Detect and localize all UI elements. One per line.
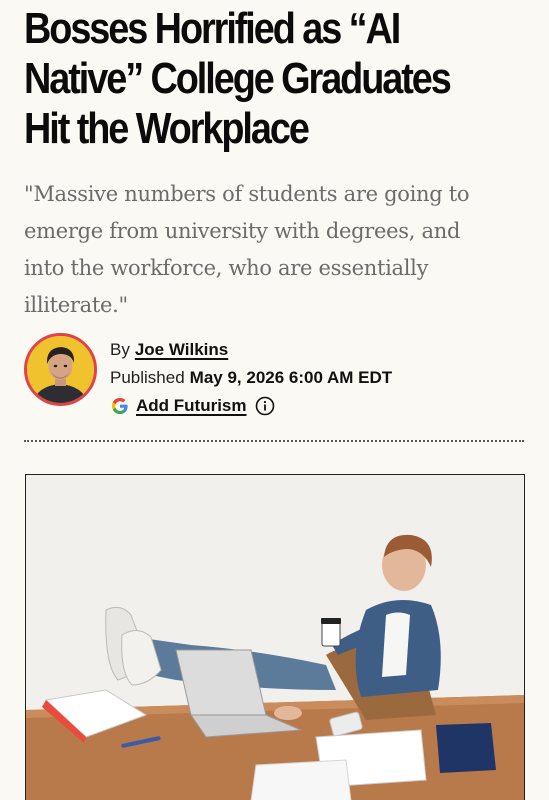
add-source-row[interactable]: Add Futurism <box>110 392 392 420</box>
article-dek: "Massive numbers of students are going t… <box>24 176 524 324</box>
author-row: By Joe Wilkins <box>110 336 392 364</box>
headline-line: Native” College Graduates <box>24 54 452 103</box>
article-headline: Bosses Horrified as “AI Native” College … <box>24 4 540 154</box>
byline-meta: By Joe Wilkins Published May 9, 2026 6:0… <box>110 336 392 420</box>
author-link[interactable]: Joe Wilkins <box>135 336 228 364</box>
google-g-icon <box>110 396 130 416</box>
headline-line: Hit the Workplace <box>24 104 310 153</box>
headline-line: Bosses Horrified as “AI <box>24 4 401 53</box>
author-avatar[interactable] <box>24 333 97 406</box>
published-row: Published May 9, 2026 6:00 AM EDT <box>110 364 392 392</box>
info-icon[interactable] <box>255 396 275 416</box>
byline: By Joe Wilkins Published May 9, 2026 6:0… <box>24 330 524 420</box>
article-hero-image <box>25 474 525 800</box>
dek-line: illiterate." <box>24 293 128 317</box>
by-label: By <box>110 340 130 359</box>
section-divider <box>24 440 524 442</box>
dek-line: into the workforce, who are essentially <box>24 256 429 280</box>
publish-date: May 9, 2026 6:00 AM EDT <box>189 368 393 387</box>
add-futurism-link[interactable]: Add Futurism <box>136 392 247 420</box>
published-label: Published <box>110 368 185 387</box>
dek-line: emerge from university with degrees, and <box>24 219 461 243</box>
dek-line: "Massive numbers of students are going t… <box>24 182 470 206</box>
